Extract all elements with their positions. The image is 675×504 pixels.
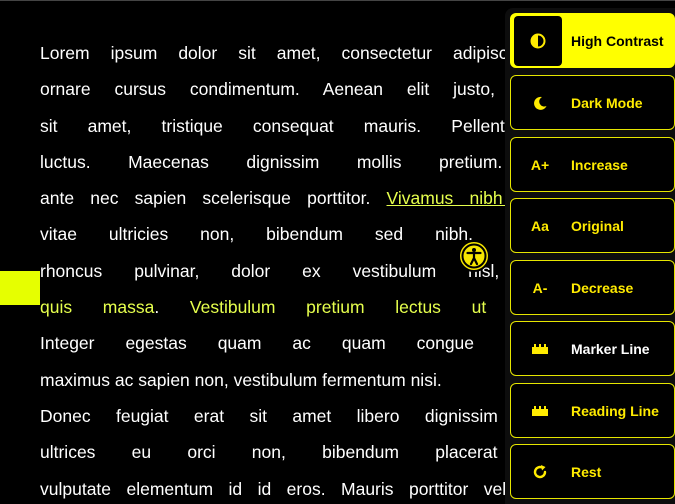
original-text-button[interactable]: Aa Original xyxy=(510,198,675,253)
increase-text-button[interactable]: A+ Increase xyxy=(510,137,675,192)
moon-icon xyxy=(525,95,555,111)
button-label: Reading Line xyxy=(571,402,659,419)
accessibility-icon xyxy=(461,243,487,269)
button-label: Marker Line xyxy=(571,340,650,357)
contrast-icon xyxy=(514,15,562,66)
text-segment: . xyxy=(154,297,190,318)
text-increase-icon: A+ xyxy=(530,156,550,173)
ruler-icon xyxy=(525,405,555,416)
button-label: Increase xyxy=(571,156,628,173)
side-marker-tab[interactable] xyxy=(0,271,40,305)
dark-mode-button[interactable]: Dark Mode xyxy=(510,75,675,130)
accessibility-toggle-button[interactable] xyxy=(458,240,490,272)
button-label: High Contrast xyxy=(571,32,664,49)
top-divider xyxy=(0,0,675,1)
button-label: Decrease xyxy=(571,279,634,296)
high-contrast-button[interactable]: High Contrast xyxy=(510,13,675,68)
button-label: Rest xyxy=(571,463,602,480)
ruler-icon xyxy=(525,343,555,354)
decrease-text-button[interactable]: A- Decrease xyxy=(510,260,675,315)
highlighted-text: quis massa xyxy=(40,297,155,318)
text-original-icon: Aa xyxy=(531,217,549,234)
reset-button[interactable]: Rest xyxy=(510,444,675,499)
button-label: Dark Mode xyxy=(571,94,643,111)
marker-line-button[interactable]: Marker Line xyxy=(510,321,675,376)
reading-line-button[interactable]: Reading Line xyxy=(510,383,675,438)
reset-icon xyxy=(525,464,555,480)
text-decrease-icon: A- xyxy=(532,279,548,296)
button-label: Original xyxy=(571,217,624,234)
text-segment: ante nec sapien scelerisque porttitor. xyxy=(40,188,387,209)
